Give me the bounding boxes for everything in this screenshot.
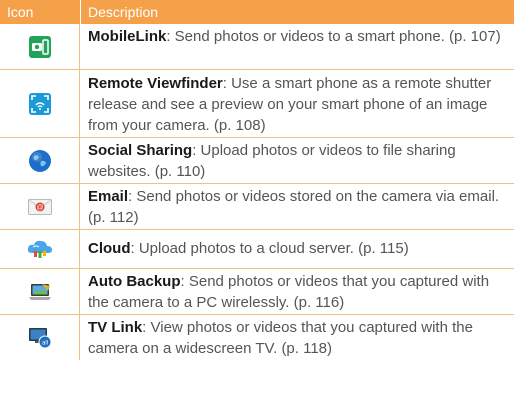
- table-row: Remote Viewfinder: Use a smart phone as …: [0, 70, 514, 138]
- table-row: Cloud: Upload photos to a cloud server. …: [0, 230, 514, 269]
- table-row: @ Email: Send photos or videos stored on…: [0, 184, 514, 230]
- description-cell: Cloud: Upload photos to a cloud server. …: [88, 238, 506, 259]
- icon-cell: [0, 138, 80, 183]
- row-title: Email: [88, 188, 129, 205]
- icon-cell: [0, 70, 80, 137]
- mobilelink-icon: [28, 35, 51, 58]
- row-title: TV Link: [88, 319, 143, 336]
- description-column-header: Description: [88, 4, 159, 20]
- remote-viewfinder-icon: [28, 92, 51, 115]
- row-text: : Upload photos to a cloud server. (p. 1…: [130, 240, 409, 257]
- description-cell: MobileLink: Send photos or videos to a s…: [88, 26, 506, 47]
- table-row: MobileLink: Send photos or videos to a s…: [0, 24, 514, 70]
- row-title: Cloud: [88, 240, 131, 257]
- table-header: Icon Description: [0, 0, 514, 24]
- table-row: Social Sharing: Upload photos or videos …: [0, 138, 514, 184]
- cloud-icon: [26, 238, 54, 260]
- description-cell: Auto Backup: Send photos or videos that …: [88, 271, 506, 313]
- tv-link-icon: all: [28, 327, 52, 349]
- icon-cell: [0, 269, 80, 314]
- icon-cell: all: [0, 315, 80, 360]
- table-row: all TV Link: View photos or videos that …: [0, 315, 514, 360]
- row-text: : View photos or videos that you capture…: [88, 319, 473, 357]
- description-cell: Email: Send photos or videos stored on t…: [88, 186, 506, 228]
- email-envelope-icon: @: [27, 197, 52, 217]
- auto-backup-laptop-icon: [28, 282, 52, 302]
- icon-column-header: Icon: [7, 4, 34, 20]
- svg-text:@: @: [36, 204, 43, 211]
- row-text: : Send photos or videos to a smart phone…: [166, 28, 501, 45]
- table-row: Auto Backup: Send photos or videos that …: [0, 269, 514, 315]
- description-cell: TV Link: View photos or videos that you …: [88, 317, 506, 359]
- description-cell: Social Sharing: Upload photos or videos …: [88, 140, 506, 182]
- row-title: Social Sharing: [88, 142, 193, 159]
- header-divider: [80, 0, 81, 24]
- social-sharing-globe-icon: [28, 149, 52, 173]
- icon-cell: @: [0, 184, 80, 229]
- row-text: : Send photos or videos stored on the ca…: [88, 188, 500, 226]
- svg-text:all: all: [41, 340, 47, 346]
- icon-cell: [0, 24, 80, 69]
- description-cell: Remote Viewfinder: Use a smart phone as …: [88, 73, 506, 136]
- row-title: Remote Viewfinder: [88, 75, 223, 92]
- row-title: MobileLink: [88, 28, 167, 45]
- row-title: Auto Backup: [88, 273, 181, 290]
- icon-cell: [0, 230, 80, 268]
